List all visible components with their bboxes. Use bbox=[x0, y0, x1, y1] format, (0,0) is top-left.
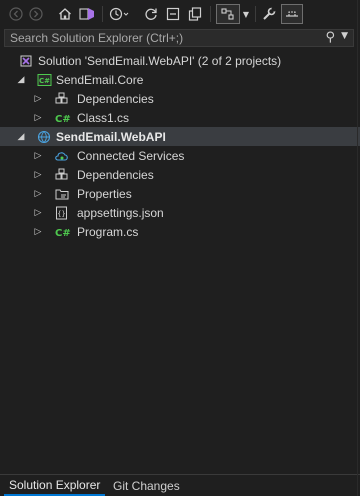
collapsed-arrow-icon[interactable]: ▷ bbox=[33, 151, 43, 161]
collapsed-arrow-icon[interactable]: ▷ bbox=[33, 170, 43, 180]
dependencies-icon bbox=[54, 167, 70, 183]
file-label: Class1.cs bbox=[77, 110, 130, 125]
home-icon[interactable] bbox=[56, 4, 74, 24]
collapsed-arrow-icon[interactable]: ▷ bbox=[33, 227, 43, 237]
history-icon[interactable] bbox=[108, 4, 130, 24]
solution-label: Solution 'SendEmail.WebAPI' (2 of 2 proj… bbox=[38, 53, 282, 68]
solution-tree: Solution 'SendEmail.WebAPI' (2 of 2 proj… bbox=[0, 51, 360, 241]
project-label: SendEmail.Core bbox=[56, 72, 144, 87]
collapsed-arrow-icon[interactable]: ▷ bbox=[33, 189, 43, 199]
chevron-down-icon[interactable]: ▼ bbox=[241, 4, 251, 24]
file-label: Program.cs bbox=[77, 224, 139, 239]
tree-item-dependencies[interactable]: ▷ Dependencies bbox=[0, 89, 360, 108]
show-all-files-icon[interactable] bbox=[186, 4, 204, 24]
pin-icon[interactable] bbox=[281, 4, 303, 24]
tree-item-core-project[interactable]: ◢ C# SendEmail.Core bbox=[0, 70, 360, 89]
dependencies-label: Dependencies bbox=[77, 167, 154, 182]
tree-item-solution[interactable]: Solution 'SendEmail.WebAPI' (2 of 2 proj… bbox=[0, 51, 360, 70]
toolbar: ▼ bbox=[0, 0, 360, 28]
csharp-file-icon: C# bbox=[54, 110, 74, 126]
search-input[interactable] bbox=[5, 31, 315, 45]
project-label: SendEmail.WebAPI bbox=[56, 129, 166, 144]
expanded-arrow-icon[interactable]: ◢ bbox=[16, 132, 26, 142]
panel-border bbox=[357, 0, 358, 496]
expanded-arrow-icon[interactable]: ◢ bbox=[16, 75, 26, 85]
switch-views-icon[interactable] bbox=[78, 4, 96, 24]
collapsed-arrow-icon[interactable]: ▷ bbox=[33, 208, 43, 218]
cloud-icon bbox=[54, 148, 70, 164]
tree-item-class1[interactable]: ▷ C# Class1.cs bbox=[0, 108, 360, 127]
csharp-file-icon: C# bbox=[54, 224, 74, 240]
connected-services-label: Connected Services bbox=[77, 148, 185, 163]
wrench-icon[interactable] bbox=[260, 4, 278, 24]
preview-selected-icon[interactable] bbox=[216, 4, 240, 24]
tree-item-dependencies[interactable]: ▷ Dependencies bbox=[0, 165, 360, 184]
tree-item-connected-services[interactable]: ▷ Connected Services bbox=[0, 146, 360, 165]
properties-label: Properties bbox=[77, 186, 132, 201]
json-file-icon: {} bbox=[54, 205, 70, 221]
collapsed-arrow-icon[interactable]: ▷ bbox=[33, 113, 43, 123]
svg-text:C#: C# bbox=[55, 228, 71, 239]
bottom-tab-bar: Solution Explorer Git Changes bbox=[0, 474, 360, 496]
properties-folder-icon bbox=[54, 186, 70, 202]
tree-item-properties[interactable]: ▷ Properties bbox=[0, 184, 360, 203]
web-project-icon bbox=[36, 129, 52, 145]
tree-item-webapi-project[interactable]: ◢ SendEmail.WebAPI bbox=[0, 127, 360, 146]
svg-text:{}: {} bbox=[57, 210, 65, 218]
dependencies-label: Dependencies bbox=[77, 91, 154, 106]
forward-arrow-icon[interactable] bbox=[28, 4, 44, 24]
collapse-all-icon[interactable] bbox=[164, 4, 182, 24]
search-box: ⚲ ▼ bbox=[4, 29, 354, 47]
svg-text:C#: C# bbox=[55, 114, 71, 125]
file-label: appsettings.json bbox=[77, 205, 164, 220]
tree-item-program[interactable]: ▷ C# Program.cs bbox=[0, 222, 360, 241]
tree-item-appsettings[interactable]: ▷ {} appsettings.json bbox=[0, 203, 360, 222]
csharp-project-icon: C# bbox=[36, 72, 52, 88]
sync-icon[interactable] bbox=[142, 4, 160, 24]
back-arrow-icon[interactable] bbox=[8, 4, 24, 24]
tab-git-changes[interactable]: Git Changes bbox=[108, 475, 185, 496]
collapsed-arrow-icon[interactable]: ▷ bbox=[33, 94, 43, 104]
svg-text:C#: C# bbox=[38, 77, 49, 85]
search-icon[interactable]: ⚲ bbox=[325, 30, 335, 45]
search-options-chevron-icon[interactable]: ▼ bbox=[341, 31, 348, 41]
solution-icon bbox=[18, 53, 34, 69]
dependencies-icon bbox=[54, 91, 70, 107]
tab-solution-explorer[interactable]: Solution Explorer bbox=[4, 475, 106, 496]
